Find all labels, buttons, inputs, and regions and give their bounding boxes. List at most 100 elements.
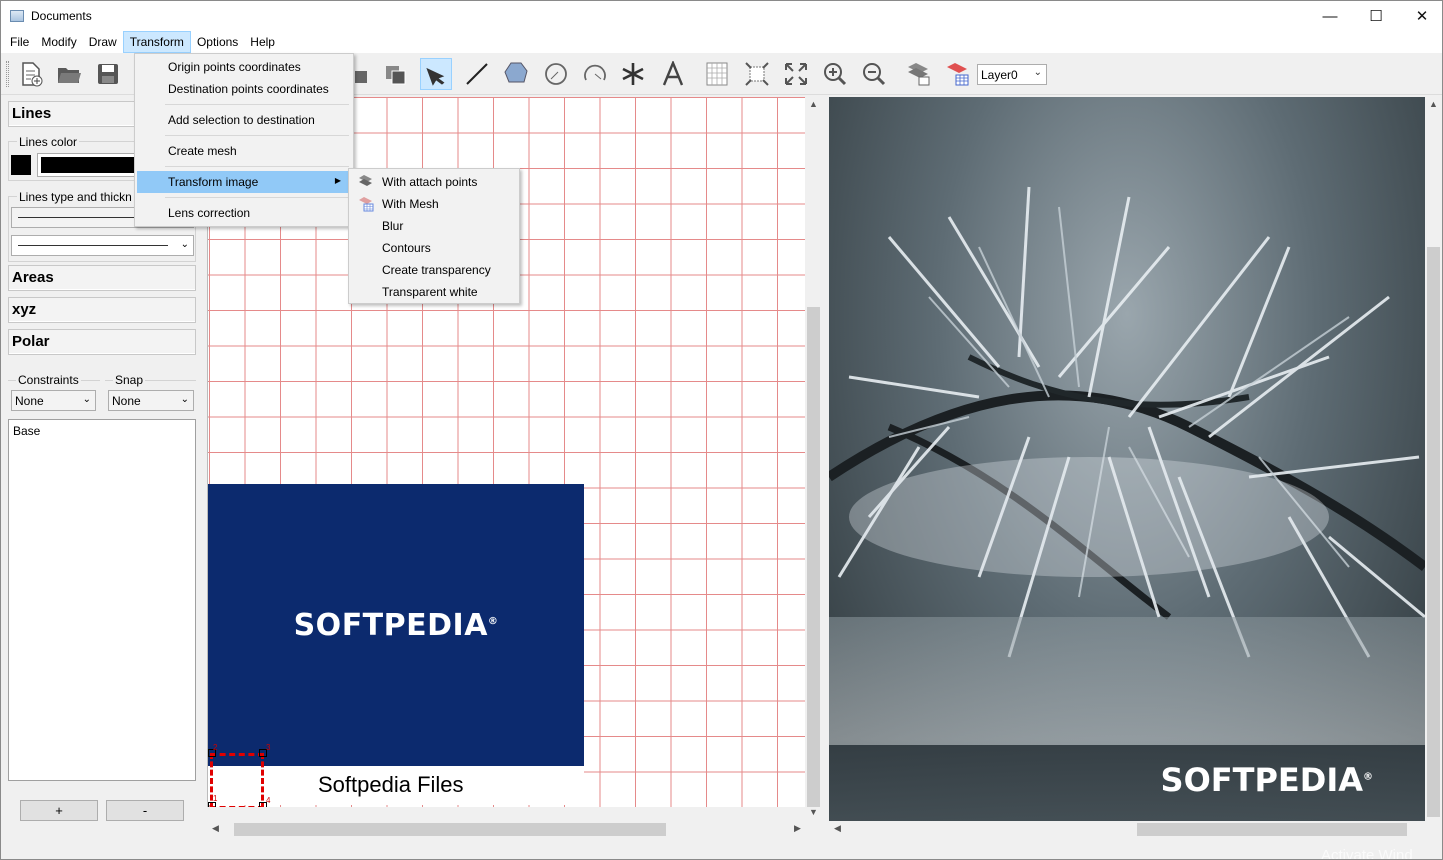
menu-item-create-mesh[interactable]: Create mesh — [137, 140, 351, 162]
scroll-up-icon[interactable]: ▲ — [805, 99, 822, 109]
title-bar: Documents — ☐ ✕ — [1, 1, 1442, 31]
areas-section-header[interactable]: Areas — [8, 265, 196, 291]
application-window: Documents — ☐ ✕ File Modify Draw Transfo… — [0, 0, 1443, 860]
polar-section-header[interactable]: Polar — [8, 329, 196, 355]
point-tool-icon[interactable] — [617, 58, 649, 90]
text-tool-icon[interactable] — [657, 58, 689, 90]
chevron-down-icon: ⌄ — [180, 239, 189, 250]
zoom-extents-icon[interactable] — [780, 58, 812, 90]
handle-label-4: 4 — [266, 796, 271, 805]
submenu-item-create-transparency[interactable]: Create transparency — [351, 259, 517, 281]
menu-draw[interactable]: Draw — [83, 31, 123, 53]
constraints-value: None — [15, 394, 44, 408]
chevron-down-icon: ⌄ — [1033, 67, 1042, 78]
handle-label-2: 2 — [213, 743, 218, 752]
menu-options[interactable]: Options — [191, 31, 244, 53]
list-item[interactable]: Base — [13, 424, 191, 438]
menu-separator — [165, 166, 349, 167]
menu-help[interactable]: Help — [244, 31, 281, 53]
app-icon — [10, 10, 24, 22]
canvas-horizontal-scrollbar[interactable]: ◀ ▶ — [207, 821, 805, 838]
canvas-hscroll-thumb[interactable] — [234, 823, 666, 836]
canvas-vertical-scrollbar[interactable]: ▲ ▼ — [805, 97, 822, 821]
menu-modify[interactable]: Modify — [35, 31, 82, 53]
scroll-down-icon[interactable]: ▼ — [805, 807, 822, 817]
snap-dropdown[interactable]: None ⌄ — [108, 390, 194, 411]
menu-item-destination-points[interactable]: Destination points coordinates — [137, 78, 351, 100]
toolbar-grip — [6, 61, 9, 87]
mesh-icon — [359, 197, 374, 212]
grid-icon[interactable] — [701, 58, 733, 90]
menu-item-transform-image[interactable]: Transform image ▶ — [137, 171, 351, 193]
scroll-left-icon[interactable]: ◀ — [207, 823, 224, 834]
transform-selection-box[interactable] — [210, 753, 264, 807]
canvas-vscroll-thumb[interactable] — [807, 307, 820, 807]
line-tool-icon[interactable] — [461, 58, 493, 90]
softpedia-logo: SOFTPEDIA® — [294, 608, 499, 643]
layer-grid-icon[interactable] — [941, 58, 973, 90]
submenu-item-transparent-white[interactable]: Transparent white — [351, 281, 517, 303]
layer-dropdown-value: Layer0 — [981, 68, 1018, 82]
photo-hscroll-thumb[interactable] — [1137, 823, 1407, 836]
lines-color-swatch[interactable] — [11, 155, 31, 175]
arc-tool-icon[interactable] — [579, 58, 611, 90]
lines-type-label: Lines type and thickn — [17, 190, 134, 204]
constraints-dropdown[interactable]: None ⌄ — [11, 390, 96, 411]
menu-separator — [165, 104, 349, 105]
layers-list[interactable]: Base — [8, 419, 196, 781]
menu-file[interactable]: File — [4, 31, 35, 53]
photo-softpedia-logo: SOFTPEDIA® — [1161, 761, 1373, 799]
circle-tool-icon[interactable] — [540, 58, 572, 90]
frost-photo-preview[interactable]: SOFTPEDIA® — [829, 97, 1425, 821]
zoom-fit-selection-icon[interactable] — [741, 58, 773, 90]
scroll-left-icon[interactable]: ◀ — [829, 823, 846, 834]
zoom-out-icon[interactable] — [858, 58, 890, 90]
scroll-right-icon[interactable]: ▶ — [789, 823, 806, 834]
softpedia-logo-image[interactable]: SOFTPEDIA® — [208, 484, 584, 766]
submenu-item-blur[interactable]: Blur — [351, 215, 517, 237]
menu-separator — [165, 197, 349, 198]
minimize-button[interactable]: — — [1307, 1, 1353, 31]
xyz-section-header[interactable]: xyz — [8, 297, 196, 323]
copy-shape-icon[interactable] — [380, 58, 412, 90]
submenu-item-attach-points[interactable]: With attach points — [351, 171, 517, 193]
menu-item-origin-points[interactable]: Origin points coordinates — [137, 56, 351, 78]
constraints-label: Constraints — [16, 373, 81, 387]
select-arrow-icon[interactable] — [420, 58, 452, 90]
transform-image-submenu: With attach points With Mesh Blur Contou… — [348, 168, 520, 304]
menu-item-add-selection[interactable]: Add selection to destination — [137, 109, 351, 131]
zoom-in-icon[interactable] — [819, 58, 851, 90]
menu-item-lens-correction[interactable]: Lens correction — [137, 202, 351, 224]
photo-vertical-scrollbar[interactable]: ▲ — [1425, 97, 1442, 821]
chevron-down-icon: ⌄ — [180, 394, 189, 405]
add-layer-button[interactable]: + — [20, 800, 98, 821]
scroll-up-icon[interactable]: ▲ — [1425, 99, 1442, 109]
menu-separator — [165, 135, 349, 136]
snap-label: Snap — [113, 373, 146, 387]
handle-label-1: 1 — [213, 794, 218, 803]
menu-transform[interactable]: Transform — [122, 31, 191, 53]
layer-properties-icon[interactable] — [902, 58, 934, 90]
submenu-item-contours[interactable]: Contours — [351, 237, 517, 259]
layer-dropdown[interactable]: Layer0 ⌄ — [977, 64, 1047, 85]
attach-points-icon — [359, 175, 372, 186]
polygon-tool-icon[interactable] — [500, 58, 532, 90]
canvas-caption: Softpedia Files — [318, 772, 464, 797]
save-icon[interactable] — [92, 58, 124, 90]
submenu-arrow-icon: ▶ — [334, 176, 341, 185]
activate-windows-watermark: Activate Wind — [1321, 847, 1413, 860]
remove-layer-button[interactable]: - — [106, 800, 184, 821]
maximize-button[interactable]: ☐ — [1353, 1, 1399, 31]
transform-image-label: Transform image — [168, 175, 259, 189]
lines-color-label: Lines color — [17, 135, 80, 149]
new-document-icon[interactable] — [15, 58, 47, 90]
submenu-label: With Mesh — [382, 197, 439, 211]
photo-vscroll-thumb[interactable] — [1427, 247, 1440, 817]
line-thickness-dropdown[interactable]: ⌄ — [11, 235, 194, 256]
photo-horizontal-scrollbar[interactable]: ◀ — [829, 821, 1425, 838]
open-folder-icon[interactable] — [53, 58, 85, 90]
registered-mark: ® — [487, 615, 499, 627]
submenu-item-with-mesh[interactable]: With Mesh — [351, 193, 517, 215]
window-title: Documents — [31, 9, 92, 23]
close-button[interactable]: ✕ — [1399, 1, 1442, 31]
